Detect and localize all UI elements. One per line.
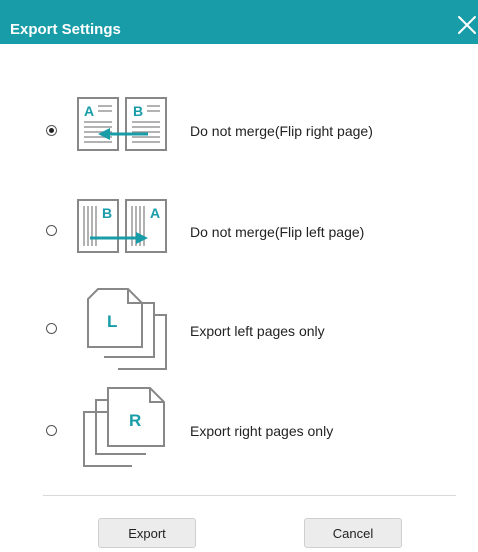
export-button[interactable]: Export bbox=[98, 518, 196, 548]
radio-flip-right-page[interactable] bbox=[46, 125, 57, 136]
option-left-pages-only[interactable]: L Export left pages only bbox=[0, 285, 478, 370]
option-label: Export left pages only bbox=[190, 323, 325, 339]
option-label: Do not merge(Flip left page) bbox=[190, 224, 365, 240]
cancel-button[interactable]: Cancel bbox=[304, 518, 402, 548]
right-pages-icon: R bbox=[83, 387, 165, 467]
radio-left-pages-only[interactable] bbox=[46, 323, 57, 334]
option-right-pages-only[interactable]: R Export right pages only bbox=[0, 382, 478, 467]
radio-right-pages-only[interactable] bbox=[46, 425, 57, 436]
option-flip-right-page[interactable]: A B Do not merge(Flip right page) bbox=[0, 90, 478, 170]
flip-left-page-icon: B A bbox=[77, 199, 167, 253]
radio-flip-left-page[interactable] bbox=[46, 225, 57, 236]
dialog-title: Export Settings bbox=[10, 21, 121, 38]
divider bbox=[43, 495, 456, 496]
svg-text:B: B bbox=[102, 205, 112, 221]
close-icon[interactable] bbox=[456, 14, 478, 36]
left-pages-icon: L bbox=[87, 288, 167, 370]
option-label: Do not merge(Flip right page) bbox=[190, 123, 373, 139]
svg-text:B: B bbox=[133, 103, 143, 119]
export-settings-dialog: Export Settings A B Do not merge(Flip ri… bbox=[0, 0, 478, 552]
option-flip-left-page[interactable]: B A Do not merge(Flip left page) bbox=[0, 190, 478, 270]
svg-text:A: A bbox=[84, 103, 94, 119]
svg-text:A: A bbox=[150, 205, 160, 221]
option-label: Export right pages only bbox=[190, 423, 334, 439]
svg-text:L: L bbox=[107, 312, 117, 331]
flip-right-page-icon: A B bbox=[77, 97, 167, 151]
svg-text:R: R bbox=[129, 411, 141, 430]
title-bar: Export Settings bbox=[0, 0, 478, 44]
